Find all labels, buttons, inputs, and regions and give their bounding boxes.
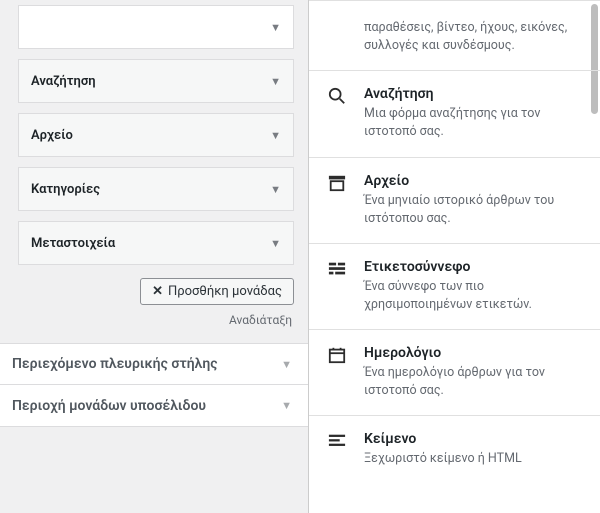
chevron-down-icon: ▼: [281, 399, 292, 412]
available-widget-tagcloud[interactable]: Ετικετοσύννεφο Ένα σύννεφο των πιο χρησι…: [309, 243, 600, 329]
available-widget-desc: Μια φόρμα αναζήτησης για τον ιστοτοπό σα…: [364, 105, 582, 141]
available-widget-title: Κείμενο: [364, 431, 582, 447]
section-label: Περιοχή μονάδων υποσέλιδου: [12, 398, 206, 414]
available-widget-desc: Ένα ημερολόγιο άρθρων για τον ιστοτοπό σ…: [364, 364, 582, 400]
chevron-down-icon: ▼: [270, 183, 281, 196]
available-widget-desc: Ένα σύννεφο των πιο χρησιμοποιημένων ετι…: [364, 278, 582, 314]
chevron-down-icon: ▼: [270, 21, 281, 34]
section-sidebar-content[interactable]: Περιεχόμενο πλευρικής στήλης ▼: [0, 343, 308, 385]
available-widget-title: Αρχείο: [364, 173, 582, 189]
add-widget-button[interactable]: ✕ Προσθήκη μονάδας: [140, 278, 294, 305]
reorder-row: Αναδιάταξη: [18, 313, 292, 327]
chevron-down-icon: ▼: [270, 237, 281, 250]
archive-icon: [327, 173, 347, 193]
plus-icon: ✕: [152, 284, 163, 299]
widget-slot-categories[interactable]: Κατηγορίες ▼: [18, 167, 294, 211]
widget-label: Αρχείο: [31, 128, 73, 143]
available-widget-calendar[interactable]: Ημερολόγιο Ένα ημερολόγιο άρθρων για τον…: [309, 329, 600, 415]
add-widget-row: ✕ Προσθήκη μονάδας: [18, 278, 294, 305]
calendar-icon: [327, 345, 347, 365]
available-widget-search[interactable]: Αναζήτηση Μια φόρμα αναζήτησης για τον ι…: [309, 70, 600, 156]
tagcloud-icon: [327, 259, 347, 279]
available-widgets-panel: παραθέσεις, βίντεο, ήχους, εικόνες, συλλ…: [308, 0, 600, 513]
add-widget-label: Προσθήκη μονάδας: [168, 284, 282, 299]
available-widget-title: Ημερολόγιο: [364, 345, 582, 361]
chevron-down-icon: ▼: [281, 358, 292, 371]
format-icon: [327, 16, 347, 36]
reorder-link[interactable]: Αναδιάταξη: [229, 313, 292, 327]
widget-slot-empty[interactable]: ▼: [18, 5, 294, 49]
available-widget-desc: Ένα μηνιαίο ιστορικό άρθρων του ιστότοπο…: [364, 192, 582, 228]
available-widget-desc: Ξεχωριστό κείμενο ή HTML: [364, 450, 582, 468]
widget-label: Κατηγορίες: [31, 182, 100, 197]
available-widget-text[interactable]: Κείμενο Ξεχωριστό κείμενο ή HTML: [309, 415, 600, 483]
search-icon: [327, 86, 347, 106]
chevron-down-icon: ▼: [270, 75, 281, 88]
widget-label: Μεταστοιχεία: [31, 236, 115, 251]
chevron-down-icon: ▼: [270, 129, 281, 142]
section-label: Περιεχόμενο πλευρικής στήλης: [12, 356, 218, 372]
widget-label: Αναζήτηση: [31, 74, 96, 89]
text-icon: [327, 431, 347, 451]
widget-slot-meta[interactable]: Μεταστοιχεία ▼: [18, 221, 294, 265]
available-widget-title: Αναζήτηση: [364, 86, 582, 102]
available-widget-archive[interactable]: Αρχείο Ένα μηνιαίο ιστορικό άρθρων του ι…: [309, 157, 600, 243]
available-widget-item[interactable]: παραθέσεις, βίντεο, ήχους, εικόνες, συλλ…: [309, 0, 600, 70]
sidebar-widget-area: ▼ Αναζήτηση ▼ Αρχείο ▼ Κατηγορίες ▼ Μετα…: [0, 0, 308, 513]
widget-slot-archive[interactable]: Αρχείο ▼: [18, 113, 294, 157]
widget-slot-search[interactable]: Αναζήτηση ▼: [18, 59, 294, 103]
section-footer-widgets[interactable]: Περιοχή μονάδων υποσέλιδου ▼: [0, 385, 308, 427]
available-widget-desc: παραθέσεις, βίντεο, ήχους, εικόνες, συλλ…: [364, 19, 582, 55]
available-widget-title: Ετικετοσύννεφο: [364, 259, 582, 275]
